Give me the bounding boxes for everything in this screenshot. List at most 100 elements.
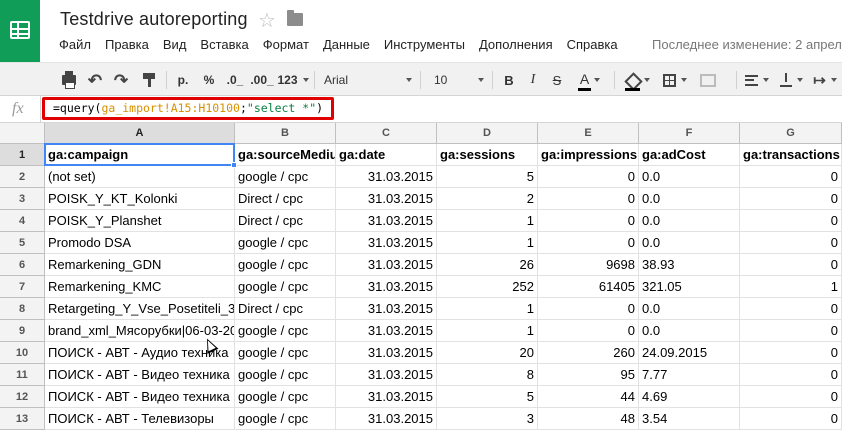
table-cell[interactable]: 5 — [437, 386, 538, 408]
table-cell[interactable]: 0 — [740, 166, 842, 188]
table-cell[interactable]: google / cpc — [235, 364, 336, 386]
table-cell[interactable]: 31.03.2015 — [336, 364, 437, 386]
table-cell[interactable]: Promodo DSA — [45, 232, 235, 254]
text-color-button[interactable]: A — [572, 68, 608, 92]
table-cell[interactable]: google / cpc — [235, 276, 336, 298]
last-edit-status[interactable]: Последнее изменение: 2 апрел — [652, 37, 842, 52]
table-cell[interactable]: 0.0 — [639, 232, 740, 254]
menu-item[interactable]: Файл — [52, 37, 98, 55]
header-cell[interactable]: ga:campaign — [45, 144, 235, 166]
decrease-decimals-button[interactable]: .0_ — [222, 68, 248, 92]
merge-cells-button[interactable] — [694, 68, 722, 92]
header-cell[interactable]: ga:impressions — [538, 144, 639, 166]
redo-button[interactable]: ↷ — [110, 68, 132, 92]
table-cell[interactable]: 0 — [740, 364, 842, 386]
column-header-f[interactable]: F — [639, 123, 740, 144]
header-cell[interactable]: ga:adCost — [639, 144, 740, 166]
select-all-corner[interactable] — [0, 123, 45, 144]
table-cell[interactable]: Direct / cpc — [235, 188, 336, 210]
table-cell[interactable]: 0 — [538, 188, 639, 210]
column-header-c[interactable]: C — [336, 123, 437, 144]
column-header-d[interactable]: D — [437, 123, 538, 144]
table-cell[interactable]: (not set) — [45, 166, 235, 188]
table-cell[interactable]: 0.0 — [639, 210, 740, 232]
table-cell[interactable]: 1 — [437, 320, 538, 342]
print-button[interactable] — [58, 68, 80, 92]
table-cell[interactable]: 3.54 — [639, 408, 740, 430]
row-header[interactable]: 13 — [0, 408, 45, 430]
table-cell[interactable]: 0 — [740, 320, 842, 342]
column-header-b[interactable]: B — [235, 123, 336, 144]
table-cell[interactable]: POISK_Y_KT_Kolonki — [45, 188, 235, 210]
table-cell[interactable]: 0 — [740, 386, 842, 408]
row-header[interactable]: 5 — [0, 232, 45, 254]
table-cell[interactable]: 3 — [437, 408, 538, 430]
table-cell[interactable]: POISK_Y_Planshet — [45, 210, 235, 232]
table-cell[interactable]: 0.0 — [639, 188, 740, 210]
table-cell[interactable]: google / cpc — [235, 254, 336, 276]
table-cell[interactable]: 0 — [538, 166, 639, 188]
sheets-logo-icon[interactable] — [0, 0, 40, 62]
table-cell[interactable]: 321.05 — [639, 276, 740, 298]
font-size-select[interactable]: 10 — [430, 68, 488, 92]
table-cell[interactable]: 260 — [538, 342, 639, 364]
table-cell[interactable]: 1 — [740, 276, 842, 298]
menu-item[interactable]: Справка — [560, 37, 625, 55]
column-header-g[interactable]: G — [740, 123, 842, 144]
column-header-a[interactable]: A — [45, 123, 235, 144]
row-header[interactable]: 6 — [0, 254, 45, 276]
horizontal-align-button[interactable] — [742, 68, 772, 92]
borders-button[interactable] — [660, 68, 690, 92]
column-header-e[interactable]: E — [538, 123, 639, 144]
table-cell[interactable]: 48 — [538, 408, 639, 430]
table-cell[interactable]: 2 — [437, 188, 538, 210]
table-cell[interactable]: 0 — [538, 298, 639, 320]
table-cell[interactable]: google / cpc — [235, 166, 336, 188]
table-cell[interactable]: 0 — [740, 254, 842, 276]
table-cell[interactable]: 252 — [437, 276, 538, 298]
table-cell[interactable]: 44 — [538, 386, 639, 408]
header-cell[interactable]: ga:sourceMedium — [235, 144, 336, 166]
menu-item[interactable]: Данные — [316, 37, 377, 55]
table-cell[interactable]: google / cpc — [235, 320, 336, 342]
row-header[interactable]: 8 — [0, 298, 45, 320]
table-cell[interactable]: 31.03.2015 — [336, 188, 437, 210]
fill-handle[interactable] — [231, 162, 237, 168]
table-cell[interactable]: 31.03.2015 — [336, 408, 437, 430]
table-cell[interactable]: google / cpc — [235, 408, 336, 430]
row-header[interactable]: 1 — [0, 144, 45, 166]
row-header[interactable]: 4 — [0, 210, 45, 232]
row-header[interactable]: 12 — [0, 386, 45, 408]
table-cell[interactable]: 0 — [538, 232, 639, 254]
table-cell[interactable]: 0 — [740, 408, 842, 430]
table-cell[interactable]: 95 — [538, 364, 639, 386]
percent-format-button[interactable]: % — [198, 68, 220, 92]
table-cell[interactable]: Retargeting_Y_Vse_Posetiteli_3 — [45, 298, 235, 320]
table-cell[interactable]: 31.03.2015 — [336, 386, 437, 408]
menu-item[interactable]: Правка — [98, 37, 156, 55]
vertical-align-button[interactable] — [776, 68, 806, 92]
table-cell[interactable]: 0 — [740, 232, 842, 254]
table-cell[interactable]: ПОИСК - АВТ - Телевизоры — [45, 408, 235, 430]
table-cell[interactable]: 0 — [740, 342, 842, 364]
table-cell[interactable]: 31.03.2015 — [336, 342, 437, 364]
document-title[interactable]: Testdrive autoreporting — [60, 9, 248, 30]
menu-item[interactable]: Инструменты — [377, 37, 472, 55]
table-cell[interactable]: 0 — [538, 210, 639, 232]
row-header[interactable]: 10 — [0, 342, 45, 364]
menu-item[interactable]: Формат — [256, 37, 316, 55]
folder-icon[interactable] — [287, 10, 303, 26]
table-cell[interactable]: 8 — [437, 364, 538, 386]
row-header[interactable]: 7 — [0, 276, 45, 298]
table-cell[interactable]: 0.0 — [639, 320, 740, 342]
table-cell[interactable]: 0 — [740, 188, 842, 210]
italic-button[interactable]: I — [522, 68, 544, 92]
table-cell[interactable]: 26 — [437, 254, 538, 276]
table-cell[interactable]: 4.69 — [639, 386, 740, 408]
table-cell[interactable]: 7.77 — [639, 364, 740, 386]
table-cell[interactable]: 24.09.2015 — [639, 342, 740, 364]
star-icon[interactable]: ☆ — [258, 8, 276, 33]
header-cell[interactable]: ga:date — [336, 144, 437, 166]
table-cell[interactable]: Remarkening_KMC — [45, 276, 235, 298]
menu-item[interactable]: Вставка — [193, 37, 255, 55]
